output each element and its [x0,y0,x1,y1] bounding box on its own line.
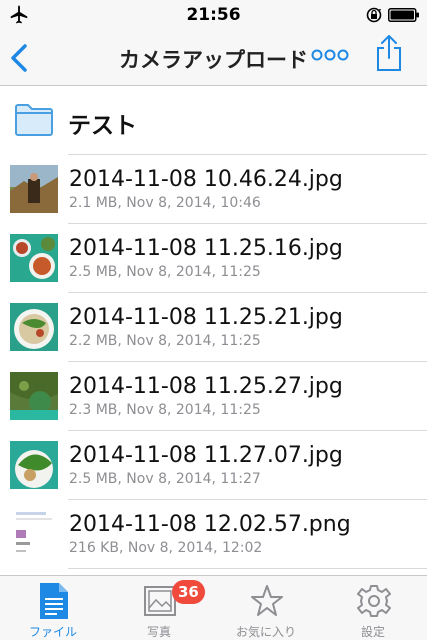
photo-thumbnail [10,303,58,351]
star-icon [251,585,283,616]
file-meta: 2.5 MB, Nov 8, 2014, 11:27 [69,471,261,487]
more-dots-icon[interactable] [311,48,349,62]
status-bar: 21:56 [0,0,427,30]
photo-thumbnail [10,372,58,420]
battery-icon [388,8,419,22]
screenshot-thumbnail [10,510,58,558]
file-meta: 216 KB, Nov 8, 2014, 12:02 [69,540,263,556]
folder-name: テスト [68,113,137,139]
rotation-lock-icon [366,7,382,23]
file-row[interactable]: 2014-11-08 11.25.21.jpg 2.2 MB, Nov 8, 2… [0,293,427,362]
tab-favorites[interactable]: お気に入り [213,576,319,641]
tab-files[interactable]: ファイル [0,576,106,641]
file-name: 2014-11-08 11.25.27.jpg [69,374,343,399]
notification-badge: 36 [172,580,205,604]
folder-icon [15,104,53,136]
file-name: 2014-11-08 12.02.57.png [69,512,351,537]
clock: 21:56 [186,5,241,25]
photo-thumbnail [10,165,58,213]
tab-label: お気に入り [235,625,296,639]
nav-bar: カメラアップロード [0,30,427,86]
photo-thumbnail [10,234,58,282]
file-row[interactable]: 2014-11-08 11.25.27.jpg 2.3 MB, Nov 8, 2… [0,362,427,431]
document-icon [40,583,68,619]
file-meta: 2.1 MB, Nov 8, 2014, 10:46 [69,195,261,211]
file-meta: 2.3 MB, Nov 8, 2014, 11:25 [69,402,261,418]
file-name: 2014-11-08 10.46.24.jpg [69,167,343,192]
folder-row[interactable]: テスト [0,87,427,155]
file-name: 2014-11-08 11.27.07.jpg [69,443,343,468]
gear-icon [357,585,391,617]
chevron-left-icon[interactable] [8,42,30,74]
file-row[interactable]: 2014-11-08 11.27.07.jpg 2.5 MB, Nov 8, 2… [0,431,427,500]
tab-label: 写真 [146,625,171,639]
file-row[interactable]: 2014-11-08 11.25.16.jpg 2.5 MB, Nov 8, 2… [0,224,427,293]
file-list: テスト 2014-11-08 10.46.24.jpg 2.1 MB, Nov … [0,87,427,569]
photo-thumbnail [10,441,58,489]
file-meta: 2.5 MB, Nov 8, 2014, 11:25 [69,264,261,280]
tab-label: 設定 [360,625,385,639]
file-meta: 2.2 MB, Nov 8, 2014, 11:25 [69,333,261,349]
tab-label: ファイル [28,625,77,639]
file-name: 2014-11-08 11.25.21.jpg [69,305,343,330]
tab-settings[interactable]: 設定 [320,576,426,641]
file-row[interactable]: 2014-11-08 12.02.57.png 216 KB, Nov 8, 2… [0,500,427,569]
tab-bar: ファイル 写真 36 お気に入り 設定 [0,575,427,640]
share-icon[interactable] [374,34,404,72]
file-row[interactable]: 2014-11-08 10.46.24.jpg 2.1 MB, Nov 8, 2… [0,155,427,224]
file-name: 2014-11-08 11.25.16.jpg [69,236,343,261]
